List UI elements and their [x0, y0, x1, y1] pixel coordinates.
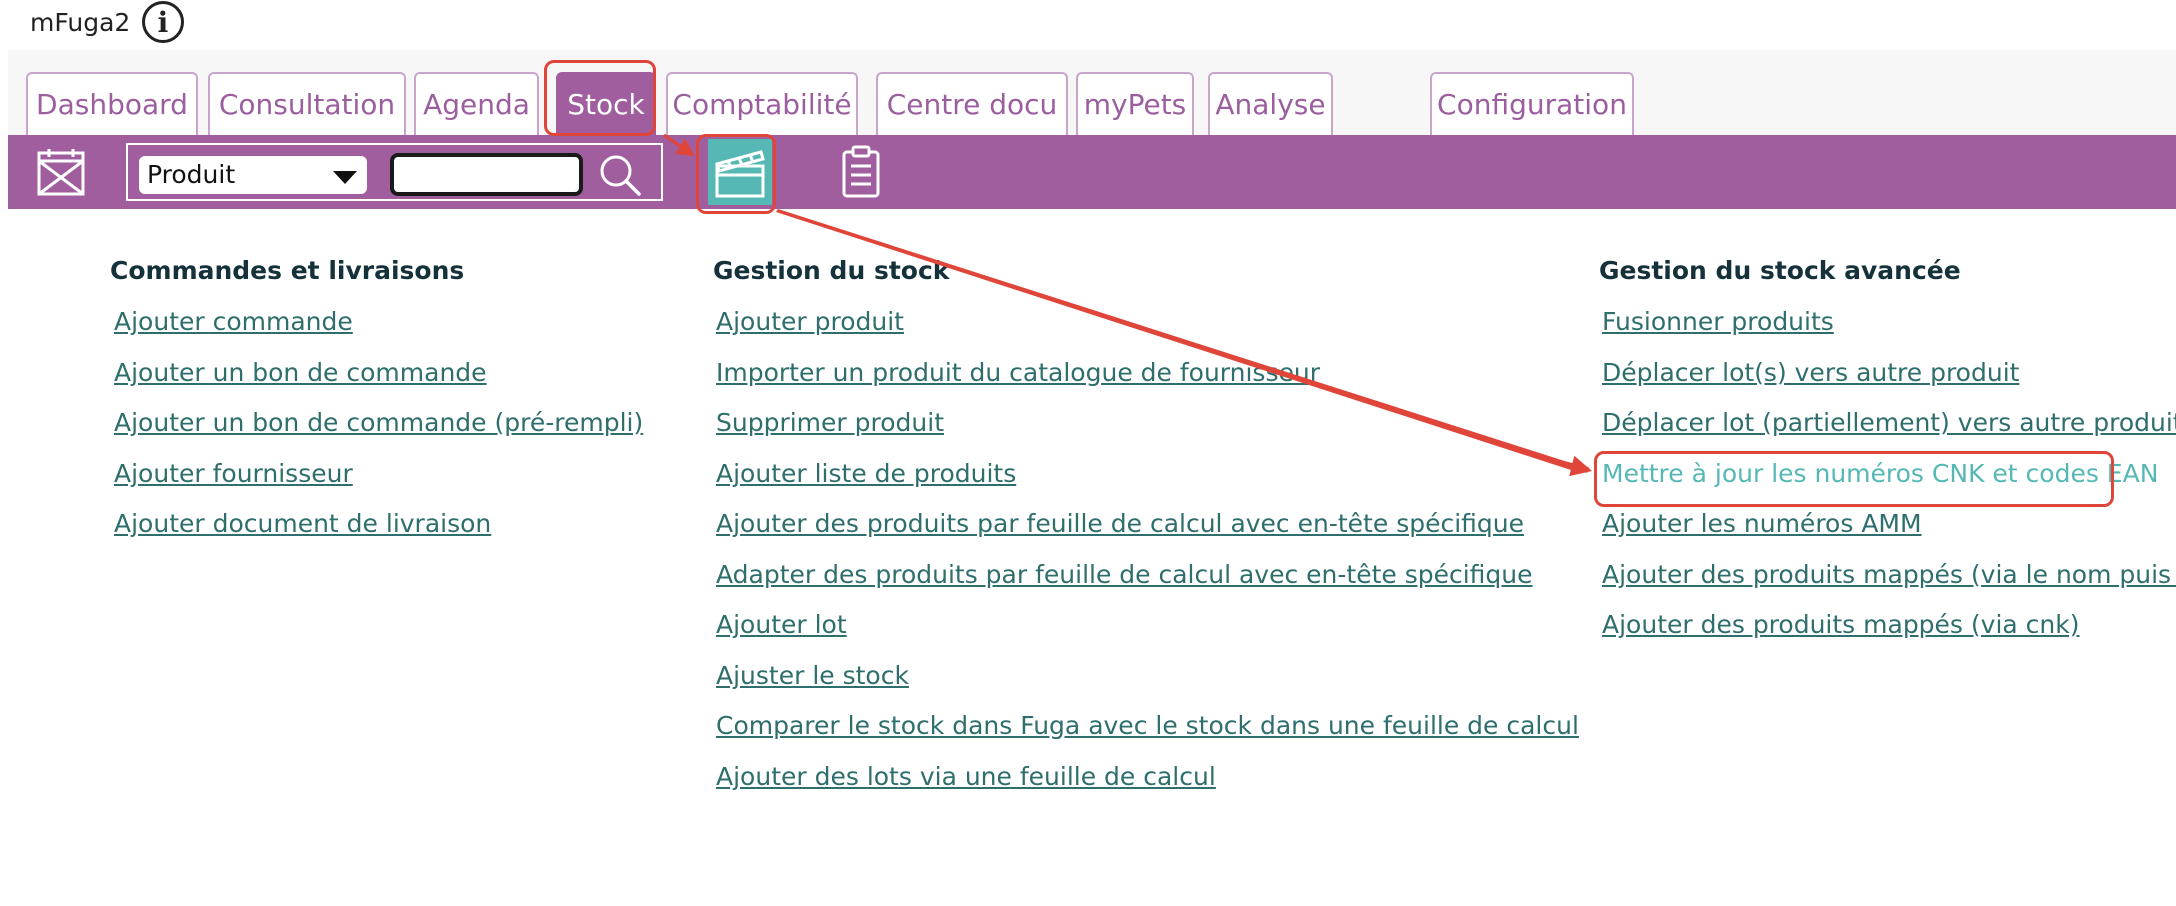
link-ajouter-produits-mappes-cnk[interactable]: Ajouter des produits mappés (via cnk): [1602, 610, 2080, 639]
tab-analyse[interactable]: Analyse: [1208, 72, 1333, 135]
link-ajouter-bon-commande-prerempli[interactable]: Ajouter un bon de commande (pré-rempli): [114, 408, 643, 437]
section-title-gestion-stock-avancee: Gestion du stock avancée: [1599, 256, 1961, 285]
link-ajouter-numeros-amm[interactable]: Ajouter les numéros AMM: [1602, 509, 1922, 538]
search-icon[interactable]: [596, 151, 644, 199]
link-ajouter-fournisseur[interactable]: Ajouter fournisseur: [114, 459, 353, 488]
chevron-down-icon: [333, 171, 357, 184]
link-adapter-produits-feuille-calcul[interactable]: Adapter des produits par feuille de calc…: [716, 560, 1533, 589]
link-ajouter-produits-mappes-nom-cnk[interactable]: Ajouter des produits mappés (via le nom …: [1602, 560, 2176, 589]
link-ajouter-bon-commande[interactable]: Ajouter un bon de commande: [114, 358, 487, 387]
tab-centre-docu[interactable]: Centre docu: [876, 72, 1068, 135]
link-ajouter-commande[interactable]: Ajouter commande: [114, 307, 353, 336]
link-comparer-stock[interactable]: Comparer le stock dans Fuga avec le stoc…: [716, 711, 1579, 740]
link-ajouter-produit[interactable]: Ajouter produit: [716, 307, 904, 336]
app-name: mFuga2: [30, 8, 131, 37]
link-ajouter-lots-feuille-calcul[interactable]: Ajouter des lots via une feuille de calc…: [716, 762, 1216, 791]
link-ajuster-stock[interactable]: Ajuster le stock: [716, 661, 909, 690]
tab-stock[interactable]: Stock: [556, 72, 656, 135]
arrow-head-to-link: [1559, 455, 1593, 477]
info-icon[interactable]: i: [142, 1, 184, 43]
main-tabs: Dashboard Consultation Agenda Stock Comp…: [8, 50, 2176, 135]
tab-configuration[interactable]: Configuration: [1430, 72, 1634, 135]
tab-dashboard[interactable]: Dashboard: [26, 72, 198, 135]
title-bar: mFuga2 i: [0, 0, 2176, 46]
link-mettre-a-jour-cnk-ean[interactable]: Mettre à jour les numéros CNK et codes E…: [1602, 459, 2158, 488]
link-ajouter-document-livraison[interactable]: Ajouter document de livraison: [114, 509, 491, 538]
link-ajouter-produits-feuille-calcul[interactable]: Ajouter des produits par feuille de calc…: [716, 509, 1524, 538]
calendar-x-icon[interactable]: [34, 145, 88, 199]
link-deplacer-lots[interactable]: Déplacer lot(s) vers autre produit: [1602, 358, 2019, 387]
link-ajouter-liste-produits[interactable]: Ajouter liste de produits: [716, 459, 1016, 488]
section-title-commandes: Commandes et livraisons: [110, 256, 465, 285]
search-type-select[interactable]: Produit: [139, 156, 367, 194]
section-title-gestion-stock: Gestion du stock: [713, 256, 950, 285]
search-type-value: Produit: [147, 160, 236, 189]
link-importer-produit-catalogue[interactable]: Importer un produit du catalogue de four…: [716, 358, 1320, 387]
link-supprimer-produit[interactable]: Supprimer produit: [716, 408, 944, 437]
clipboard-icon[interactable]: [838, 143, 884, 201]
clapperboard-icon[interactable]: [708, 139, 772, 205]
tab-agenda[interactable]: Agenda: [414, 72, 539, 135]
link-ajouter-lot[interactable]: Ajouter lot: [716, 610, 847, 639]
tab-consultation[interactable]: Consultation: [208, 72, 406, 135]
stock-toolbar: Produit: [8, 135, 2176, 209]
tab-comptabilite[interactable]: Comptabilité: [666, 72, 858, 135]
tab-mypets[interactable]: myPets: [1076, 72, 1194, 135]
search-box: Produit: [126, 143, 663, 201]
link-deplacer-lot-partiellement[interactable]: Déplacer lot (partiellement) vers autre …: [1602, 408, 2176, 437]
search-input[interactable]: [390, 153, 583, 196]
link-fusionner-produits[interactable]: Fusionner produits: [1602, 307, 1834, 336]
